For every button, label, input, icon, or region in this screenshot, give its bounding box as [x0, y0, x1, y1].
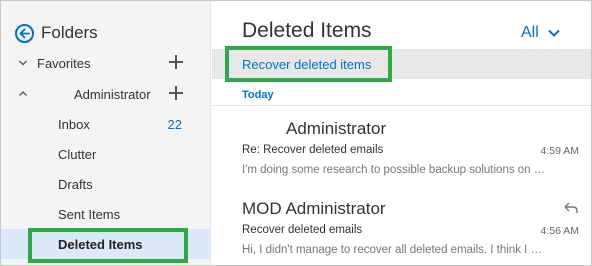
folder-label: Drafts	[58, 177, 93, 192]
favorites-row[interactable]: Favorites	[1, 49, 211, 77]
message-subject: Recover deleted emails	[242, 224, 363, 236]
message-pane: Deleted Items All Recover deleted items …	[212, 1, 591, 265]
chevron-up-icon[interactable]	[18, 89, 28, 99]
folder-item-inbox[interactable]: Inbox 22	[1, 109, 211, 139]
chevron-down-icon[interactable]	[18, 58, 28, 68]
recover-bar: Recover deleted items	[212, 49, 591, 79]
folder-item-sent-items[interactable]: Sent Items	[1, 199, 211, 229]
folder-item-deleted-items[interactable]: Deleted Items	[1, 229, 211, 259]
message-sender: MOD Administrator	[242, 199, 386, 218]
folder-item-drafts[interactable]: Drafts	[1, 169, 211, 199]
message-subject: Re: Recover deleted emails	[242, 144, 384, 156]
folder-label: Deleted Items	[58, 237, 143, 252]
reply-icon	[564, 202, 578, 213]
message-item[interactable]: MOD Administrator Recover deleted emails…	[212, 193, 591, 265]
message-preview: Hi, I didn't manage to recover all delet…	[242, 244, 547, 256]
filter-dropdown[interactable]: All	[521, 23, 560, 43]
folder-label: Inbox	[58, 117, 90, 132]
folder-label: Sent Items	[58, 207, 121, 222]
divider	[212, 105, 591, 106]
add-folder-icon[interactable]	[169, 86, 183, 100]
favorites-label: Favorites	[37, 56, 91, 71]
account-label: Administrator	[74, 87, 151, 102]
message-preview: I'm doing some research to possible back…	[242, 164, 547, 176]
page-title: Deleted Items	[242, 19, 372, 42]
mail-window: Folders Favorites Administrator Inbox 22…	[0, 0, 592, 266]
message-item[interactable]: Administrator Re: Recover deleted emails…	[212, 113, 591, 197]
folder-label: Clutter	[58, 147, 97, 162]
folders-title: Folders	[41, 23, 98, 42]
group-heading: Today	[242, 89, 274, 101]
folder-pane: Folders Favorites Administrator Inbox 22…	[1, 1, 211, 265]
back-arrow-icon[interactable]	[15, 23, 34, 43]
recover-deleted-items-link[interactable]: Recover deleted items	[242, 57, 371, 72]
message-sender: Administrator	[286, 119, 387, 138]
unread-count: 22	[167, 117, 182, 132]
message-time: 4:56 AM	[540, 225, 579, 237]
account-row[interactable]: Administrator	[1, 80, 211, 108]
add-favorite-icon[interactable]	[169, 55, 183, 69]
folders-header[interactable]: Folders	[15, 21, 98, 45]
folder-item-clutter[interactable]: Clutter	[1, 139, 211, 169]
chevron-down-icon	[548, 29, 560, 37]
filter-label: All	[521, 24, 539, 41]
message-time: 4:59 AM	[540, 145, 579, 157]
